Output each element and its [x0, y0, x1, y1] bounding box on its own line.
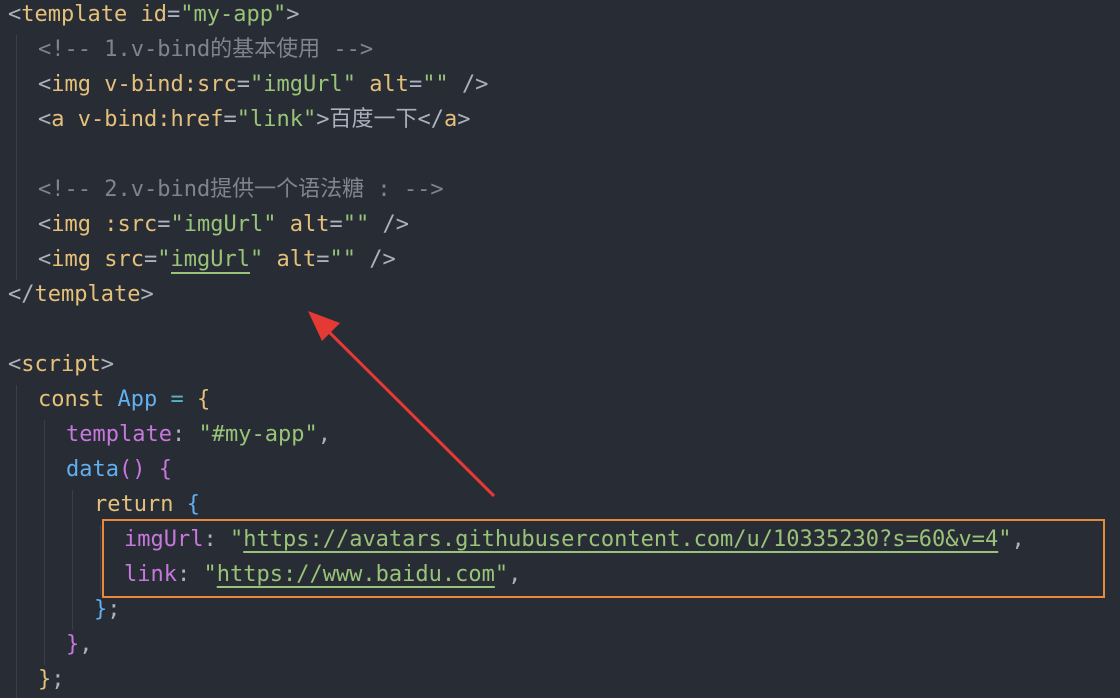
code-editor[interactable]: <template id="my-app"> <!-- 1.v-bind的基本使…: [0, 0, 1120, 698]
annotation-arrow-icon: [308, 311, 496, 498]
